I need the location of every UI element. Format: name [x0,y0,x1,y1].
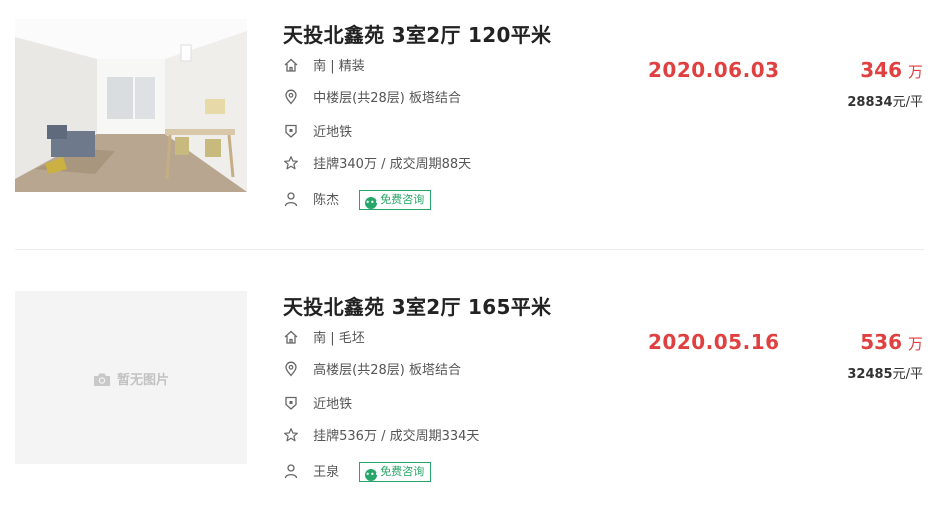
listing-info-text: 挂牌340万 / 成交周期88天 [313,157,472,172]
person-icon [284,464,298,479]
listing-info-row: 挂牌536万 / 成交周期334天 [283,427,479,447]
free-consult-button[interactable]: •••免费咨询 [359,190,432,210]
orientation-text: 南 | 毛坯 [313,331,365,346]
listing-photo[interactable] [15,19,247,192]
total-price: 536 万 [860,330,923,354]
orientation-row: 南 | 毛坯 [283,329,365,349]
listing-card[interactable]: 暂无图片 天投北鑫苑 3室2厅 165平米 南 | 毛坯 高楼层(共28层) 板… [0,272,945,512]
chat-bubble-icon: ••• [365,197,380,209]
star-icon [284,156,298,170]
listing-photo-placeholder[interactable]: 暂无图片 [15,291,247,464]
floor-row: 中楼层(共28层) 板塔结合 [283,89,461,109]
agent-name[interactable]: 陈杰 [313,193,339,208]
person-icon [284,192,298,207]
deal-date: 2020.06.03 [648,58,780,82]
floor-text: 中楼层(共28层) 板塔结合 [313,91,461,106]
tag-text: 近地铁 [313,397,353,412]
shield-tag-icon [285,396,297,410]
tag-row: 近地铁 [283,123,352,143]
orientation-text: 南 | 精装 [313,59,365,74]
total-price: 346 万 [860,58,923,82]
listing-info-row: 挂牌340万 / 成交周期88天 [283,155,471,175]
listing-info-text: 挂牌536万 / 成交周期334天 [313,429,480,444]
tag-text: 近地铁 [313,125,353,140]
no-photo-label: 暂无图片 [15,369,247,388]
star-icon [284,428,298,442]
listing-title[interactable]: 天投北鑫苑 3室2厅 120平米 [283,19,551,48]
unit-price: 28834元/平 [847,95,923,110]
divider [15,249,924,250]
agent-row: 陈杰 •••免费咨询 [283,190,432,210]
listing-card[interactable]: 天投北鑫苑 3室2厅 120平米 南 | 精装 中楼层(共28层) 板塔结合 近… [0,0,945,240]
floor-row: 高楼层(共28层) 板塔结合 [283,361,461,381]
listing-title[interactable]: 天投北鑫苑 3室2厅 165平米 [283,291,551,320]
unit-price: 32485元/平 [847,367,923,382]
home-icon [284,330,298,344]
orientation-row: 南 | 精装 [283,57,365,77]
floor-text: 高楼层(共28层) 板塔结合 [313,363,461,378]
free-consult-button[interactable]: •••免费咨询 [359,462,432,482]
deal-date: 2020.05.16 [648,330,780,354]
location-pin-icon [285,361,297,377]
agent-name[interactable]: 王泉 [313,465,339,480]
home-icon [284,58,298,72]
tag-row: 近地铁 [283,395,352,415]
shield-tag-icon [285,124,297,138]
location-pin-icon [285,89,297,105]
camera-icon [93,373,110,386]
agent-row: 王泉 •••免费咨询 [283,462,432,482]
chat-bubble-icon: ••• [365,469,380,481]
